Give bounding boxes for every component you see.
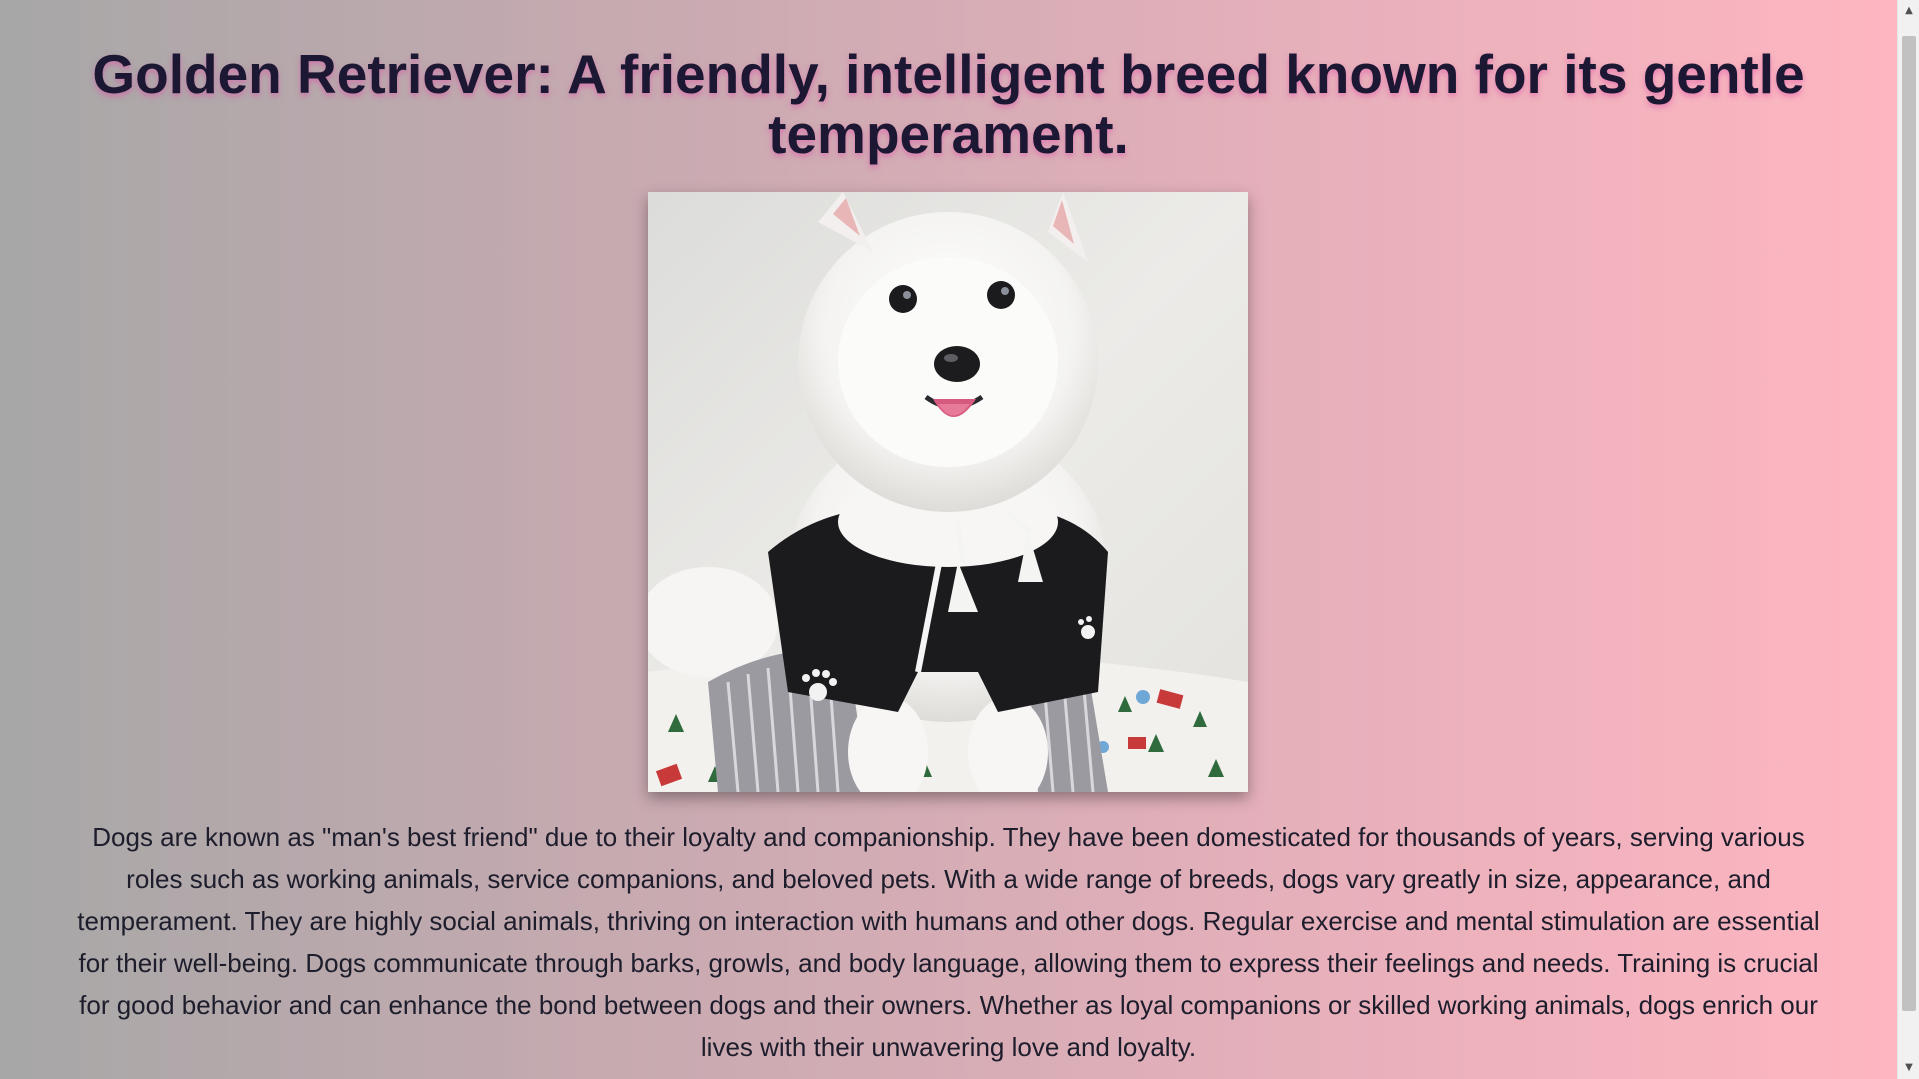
scrollbar-thumb[interactable]: [1902, 36, 1916, 1011]
vertical-scrollbar[interactable]: ▲ ▼: [1897, 0, 1919, 1079]
dog-photo: [648, 192, 1248, 792]
triangle-down-icon[interactable]: ▼: [1898, 1059, 1919, 1077]
page-title: Golden Retriever: A friendly, intelligen…: [92, 43, 1805, 165]
triangle-up-icon[interactable]: ▲: [1898, 2, 1919, 20]
description-paragraph: Dogs are known as "man's best friend" du…: [77, 822, 1820, 1062]
page-background: Golden Retriever: A friendly, intelligen…: [0, 0, 1897, 1079]
